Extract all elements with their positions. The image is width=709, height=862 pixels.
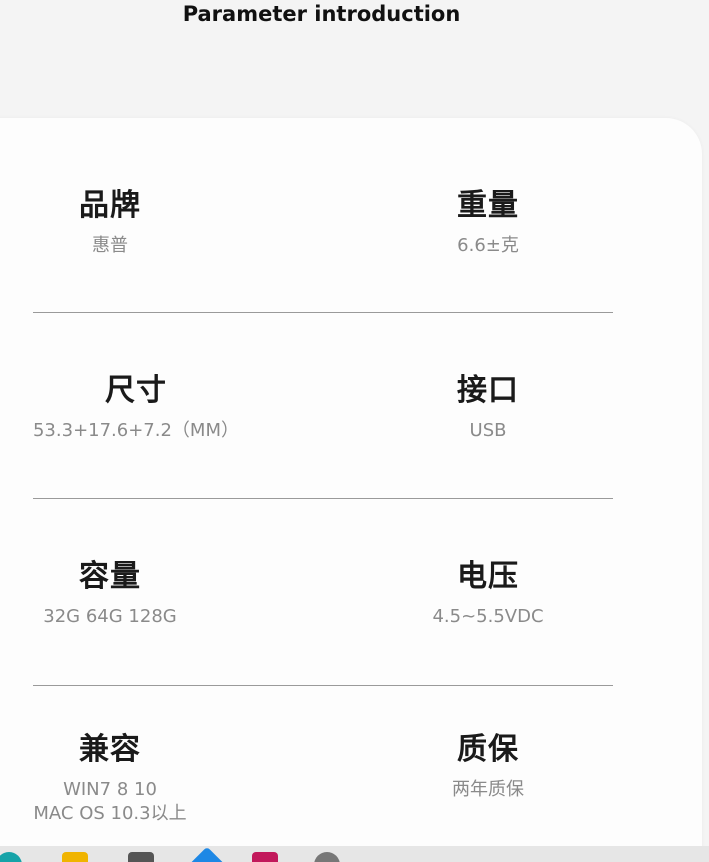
param-size: 尺寸 53.3+17.6+7.2（MM） [16, 373, 256, 443]
param-weight: 重量 6.6±克 [378, 188, 598, 258]
param-label: 容量 [79, 559, 141, 594]
param-label: 尺寸 [105, 373, 167, 408]
param-value: 32G 64G 128G [43, 606, 177, 627]
param-brand: 品牌 惠普 [0, 188, 220, 258]
param-capacity: 容量 32G 64G 128G [0, 559, 220, 629]
settings-icon[interactable] [314, 852, 340, 862]
explorer-icon[interactable] [128, 852, 154, 862]
divider [33, 312, 613, 313]
divider [33, 685, 613, 686]
param-value: 两年质保 [452, 779, 524, 800]
param-label: 重量 [457, 188, 519, 223]
param-value: USB [469, 420, 507, 441]
param-label: 品牌 [79, 188, 141, 223]
taskbar [0, 846, 709, 862]
param-value: 53.3+17.6+7.2（MM） [32, 420, 239, 441]
param-compatibility: 兼容 WIN7 8 10 MAC OS 10.3以上 [0, 732, 220, 826]
param-voltage: 电压 4.5~5.5VDC [378, 559, 598, 629]
param-warranty: 质保 两年质保 [378, 732, 598, 802]
param-value: 4.5~5.5VDC [432, 606, 544, 627]
param-value: 惠普 [92, 235, 128, 256]
param-label: 电压 [457, 559, 519, 594]
param-interface: 接口 USB [378, 373, 598, 443]
param-label: 接口 [457, 373, 519, 408]
page: Parameter introduction 品牌 惠普 重量 6.6±克 尺寸… [0, 0, 709, 862]
vscode-icon[interactable] [188, 846, 226, 862]
param-value: WIN7 8 10 MAC OS 10.3以上 [33, 779, 187, 824]
app-icon[interactable] [252, 852, 278, 862]
parameter-card: 品牌 惠普 重量 6.6±克 尺寸 53.3+17.6+7.2（MM） 接口 U… [0, 118, 702, 862]
divider [33, 498, 613, 499]
param-value: 6.6±克 [457, 235, 519, 256]
page-title: Parameter introduction [182, 2, 461, 26]
folder-icon[interactable] [62, 852, 88, 862]
param-label: 质保 [457, 732, 519, 767]
chrome-icon[interactable] [0, 852, 22, 862]
param-label: 兼容 [79, 732, 141, 767]
